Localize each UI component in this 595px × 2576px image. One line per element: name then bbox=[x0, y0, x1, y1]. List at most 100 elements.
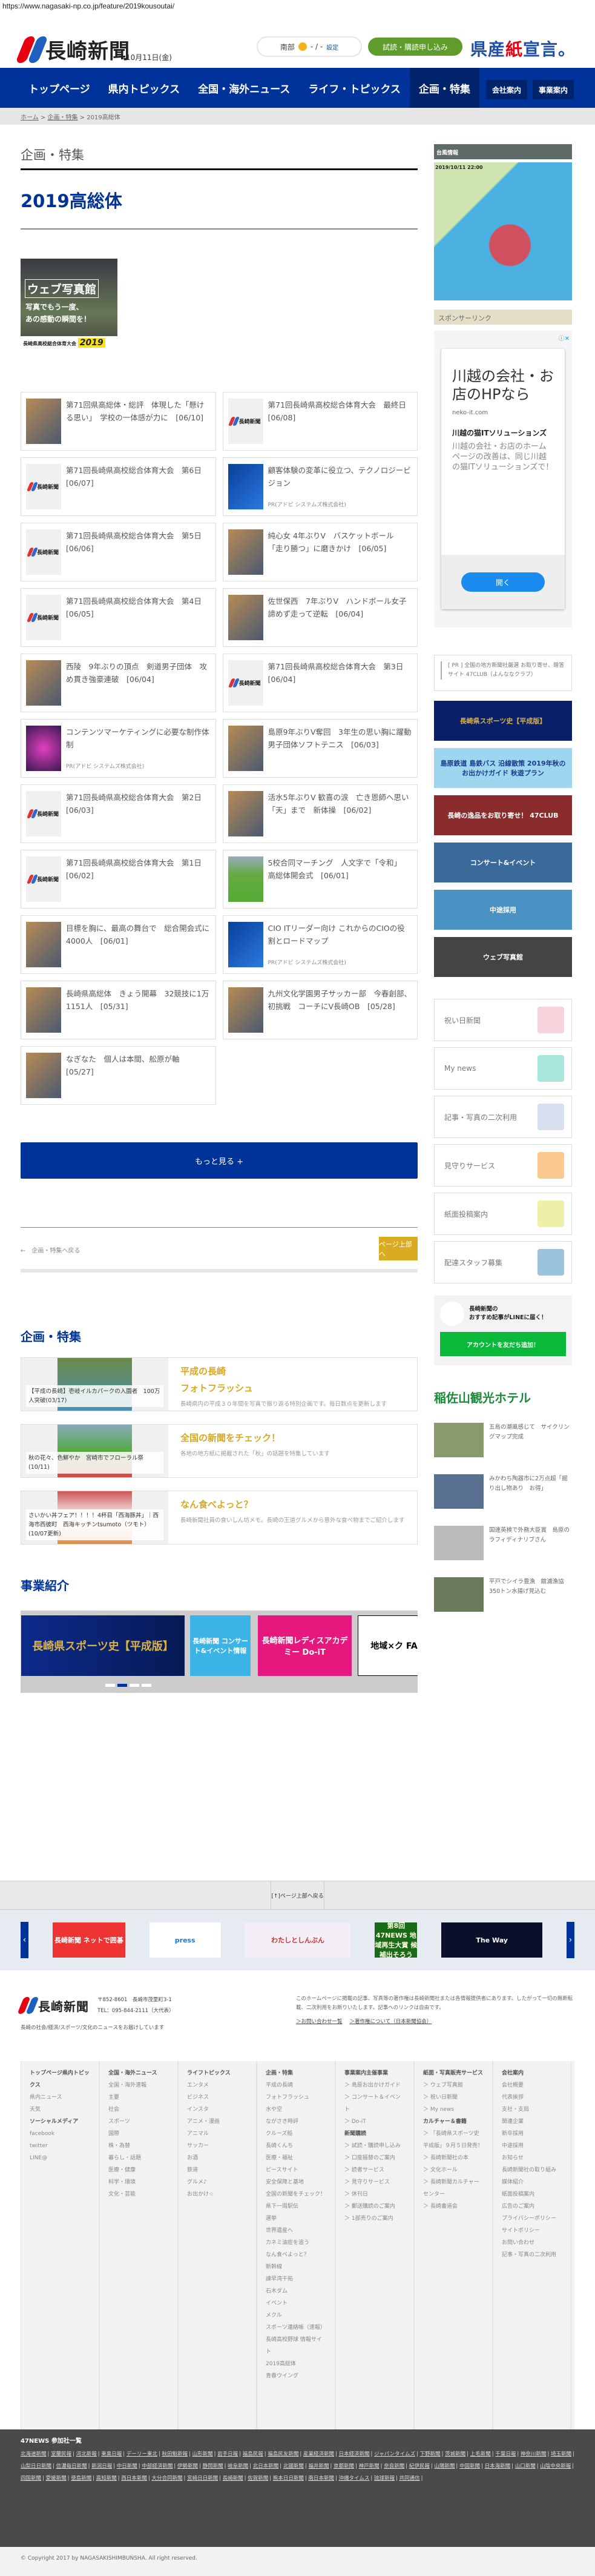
sitemap-link[interactable]: グルメ♪ bbox=[187, 2176, 248, 2188]
sitemap-link[interactable]: LINE@ bbox=[30, 2152, 90, 2164]
sitemap-link[interactable]: ＞ 試読・購読申し込み bbox=[344, 2140, 405, 2152]
member-newspaper-link[interactable]: 山形新聞 bbox=[192, 2451, 213, 2457]
member-newspaper-link[interactable]: 神奈川新聞 bbox=[521, 2451, 547, 2457]
member-newspaper-link[interactable]: ジャパンタイムズ bbox=[374, 2451, 415, 2457]
sitemap-link[interactable]: 社会 bbox=[108, 2104, 169, 2116]
article-card[interactable]: 5校合同マーチング 人文字で「令和」 高総体開会式 [06/01] bbox=[222, 850, 418, 909]
member-newspaper-link[interactable]: 北日本新聞 bbox=[253, 2463, 279, 2469]
sitemap-link[interactable]: 支社・支局 bbox=[502, 2104, 562, 2116]
nav-company[interactable]: 会社案内 bbox=[486, 80, 528, 99]
sitemap-link[interactable]: 媒体紹介 bbox=[502, 2176, 562, 2188]
contact-link[interactable]: ＞お問い合わせ一覧 bbox=[296, 2019, 343, 2025]
sitemap-link[interactable]: 株・為替 bbox=[108, 2140, 169, 2152]
feature-card[interactable]: 【平成の長崎】壱岐イルカパークの入園者 100万人突破(03/17) 平成の長崎フ… bbox=[21, 1357, 418, 1411]
member-newspaper-link[interactable]: 山陽新聞 bbox=[434, 2463, 455, 2469]
sidebar-banner[interactable]: コンサート&イベント bbox=[434, 843, 572, 882]
page-top-button[interactable]: ページ上部へ bbox=[379, 1237, 418, 1260]
sitemap-link[interactable]: ＞ 文化ホール bbox=[423, 2164, 484, 2176]
sitemap-link[interactable]: 鉄道 bbox=[187, 2164, 248, 2176]
sitemap-link[interactable]: 暮らし・話題 bbox=[108, 2152, 169, 2164]
member-newspaper-link[interactable]: 日本経済新聞 bbox=[339, 2451, 370, 2457]
member-newspaper-link[interactable]: 北海道新聞 bbox=[21, 2451, 47, 2457]
member-newspaper-link[interactable]: 徳島新聞 bbox=[71, 2475, 91, 2482]
carousel-prev-button[interactable]: ‹ bbox=[21, 1922, 28, 1958]
sitemap-link[interactable]: サイトポリシー bbox=[502, 2225, 562, 2237]
sidebar-banner[interactable]: 長崎県スポーツ史【平成版】 bbox=[434, 701, 572, 741]
nav-item[interactable]: 全国・海外ニュース bbox=[189, 68, 299, 108]
sitemap-heading[interactable]: 事業案内 bbox=[344, 2070, 366, 2076]
sitemap-link[interactable]: なん食べよっと？ bbox=[266, 2249, 326, 2261]
member-newspaper-link[interactable]: 茨城新聞 bbox=[445, 2451, 465, 2457]
sitemap-link[interactable]: ＞ Do-iT bbox=[344, 2116, 405, 2128]
sidebar-banner[interactable]: 長崎の逸品をお取り寄せ！ 47CLUB bbox=[434, 795, 572, 835]
sitemap-link[interactable]: サッカー bbox=[187, 2140, 248, 2152]
member-newspaper-link[interactable]: 岐阜新聞 bbox=[228, 2463, 248, 2469]
member-newspaper-link[interactable]: 東奥日報 bbox=[101, 2451, 122, 2457]
service-link[interactable]: 見守りサービス bbox=[434, 1144, 572, 1187]
article-card[interactable]: CIO ITリーダー向け これからのCIOの役割とロードマップ PR(アドビ シス… bbox=[222, 915, 418, 974]
sitemap-link[interactable]: ＞ 読者サービス bbox=[344, 2164, 405, 2176]
sitemap-link[interactable]: インスタ bbox=[187, 2104, 248, 2116]
member-newspaper-link[interactable]: 千葉日報 bbox=[495, 2451, 516, 2457]
sitemap-link[interactable]: 主要 bbox=[108, 2091, 169, 2104]
sitemap-link[interactable]: 科学・環境 bbox=[108, 2176, 169, 2188]
sitemap-link[interactable]: 関連企業 bbox=[502, 2116, 562, 2128]
sitemap-link[interactable]: エンタメ bbox=[187, 2079, 248, 2091]
sidebar-news-item[interactable]: みかわち陶器市に2万点超「掘り出し物あり お得」 bbox=[434, 1474, 572, 1509]
member-newspaper-link[interactable]: 北國新聞 bbox=[283, 2463, 304, 2469]
sitemap-link[interactable]: 安全保障と基地 bbox=[266, 2176, 326, 2188]
sitemap-link[interactable]: お知らせ bbox=[502, 2152, 562, 2164]
sitemap-link[interactable]: 2019高総体 bbox=[266, 2358, 326, 2370]
sitemap-link[interactable]: 新幹線 bbox=[266, 2261, 326, 2273]
member-newspaper-link[interactable]: 埼玉新聞 bbox=[551, 2451, 571, 2457]
sitemap-link[interactable]: 平成の長崎 bbox=[266, 2079, 326, 2091]
sitemap-link[interactable]: 青春ウイング bbox=[266, 2370, 326, 2382]
article-card[interactable]: 九州文化学園男子サッカー部 今春創部、初挑戦 コーチにV長崎OB [05/28] bbox=[222, 981, 418, 1039]
member-newspaper-link[interactable]: 中部経済新聞 bbox=[142, 2463, 173, 2469]
member-newspaper-link[interactable]: 河北新報 bbox=[76, 2451, 97, 2457]
member-newspaper-link[interactable]: 山陰中央新報 bbox=[540, 2463, 571, 2469]
sitemap-link[interactable]: ＞ 長崎新聞社の本 bbox=[423, 2152, 484, 2164]
member-newspaper-link[interactable]: 静岡新聞 bbox=[203, 2463, 223, 2469]
article-card[interactable]: 活水5年ぶりV 歓喜の涙 亡き恩師へ思い「天」まで 新体操 [06/02] bbox=[222, 784, 418, 843]
sitemap-link[interactable]: メクル bbox=[266, 2309, 326, 2322]
sidebar-banner[interactable]: 中途採用 bbox=[434, 890, 572, 930]
member-newspaper-link[interactable]: 上毛新聞 bbox=[470, 2451, 491, 2457]
nav-item[interactable]: 県内トピックス bbox=[99, 68, 189, 108]
more-button[interactable]: もっと見る + bbox=[21, 1142, 418, 1179]
sitemap-link[interactable]: 長崎くんち bbox=[266, 2140, 326, 2152]
declaration-banner[interactable]: 県産紙宣言。 bbox=[470, 36, 576, 61]
member-newspaper-link[interactable]: 信濃毎日新聞 bbox=[56, 2463, 87, 2469]
sitemap-link[interactable]: ＞ 1部売りのご案内 bbox=[344, 2213, 405, 2225]
member-newspaper-link[interactable]: 京都新聞 bbox=[334, 2463, 354, 2469]
member-newspaper-link[interactable]: 秋田魁新報 bbox=[162, 2451, 188, 2457]
member-newspaper-link[interactable]: 共同通信 bbox=[399, 2475, 420, 2482]
sidebar-news-item[interactable]: 平戸でシイラ豊漁 舘浦漁協 350トン水揚げ見込む bbox=[434, 1577, 572, 1612]
sitemap-link[interactable]: 代表挨拶 bbox=[502, 2091, 562, 2104]
footer-logo[interactable]: 長崎新聞 bbox=[17, 1997, 89, 2015]
sitemap-link[interactable]: ＞ 長崎書道会 bbox=[423, 2200, 484, 2213]
member-newspaper-link[interactable]: 高知新聞 bbox=[96, 2475, 117, 2482]
breadcrumb-home[interactable]: ホーム bbox=[21, 114, 39, 121]
member-newspaper-link[interactable]: 福井新聞 bbox=[308, 2463, 329, 2469]
member-newspaper-link[interactable]: 中日新聞 bbox=[117, 2463, 137, 2469]
sitemap-link[interactable]: 文化・芸能 bbox=[108, 2188, 169, 2200]
sitemap-link[interactable]: 紙面投稿案内 bbox=[502, 2188, 562, 2200]
sitemap-link[interactable]: ＞ 見守りサービス bbox=[344, 2176, 405, 2188]
article-card[interactable]: なぎなた 個人は本間、舩原が軸 [05/27] bbox=[21, 1046, 216, 1105]
article-card[interactable]: 長崎新聞 第71回長崎県高校総合体育大会 第4日 [06/05] bbox=[21, 588, 216, 647]
member-newspaper-link[interactable]: 神戸新聞 bbox=[359, 2463, 380, 2469]
article-card[interactable]: 佐世保西 7年ぶりV ハンドボール女子 諦めず走って逆転 [06/04] bbox=[222, 588, 418, 647]
sitemap-link[interactable]: 国際 bbox=[108, 2128, 169, 2140]
sitemap-link[interactable]: 広告のご案内 bbox=[502, 2200, 562, 2213]
sidebar-banner[interactable]: 島原鉄道 島鉄バス 沿線散策 2019年秋のお出かけガイド 秋遊プラン bbox=[434, 748, 572, 788]
member-newspaper-link[interactable]: 宮崎日日新聞 bbox=[187, 2475, 218, 2482]
carousel-next-button[interactable]: › bbox=[566, 1922, 574, 1958]
copyright-link[interactable]: ＞著作権について（日本新聞協会） bbox=[350, 2019, 432, 2025]
article-card[interactable]: 目標を胸に、最高の舞台で 総合開会式に4000人 [06/01] bbox=[21, 915, 216, 974]
member-newspaper-link[interactable]: 熊本日日新聞 bbox=[273, 2475, 304, 2482]
sitemap-link[interactable]: カネミ油症を追う bbox=[266, 2237, 326, 2249]
sitemap-link[interactable]: ＞ 休刊日 bbox=[344, 2188, 405, 2200]
sidebar-news-item[interactable]: 国連英検で外務大臣賞 島原のラフィディナリブさん bbox=[434, 1526, 572, 1560]
sitemap-link[interactable]: 諫早湾干拓 bbox=[266, 2273, 326, 2285]
